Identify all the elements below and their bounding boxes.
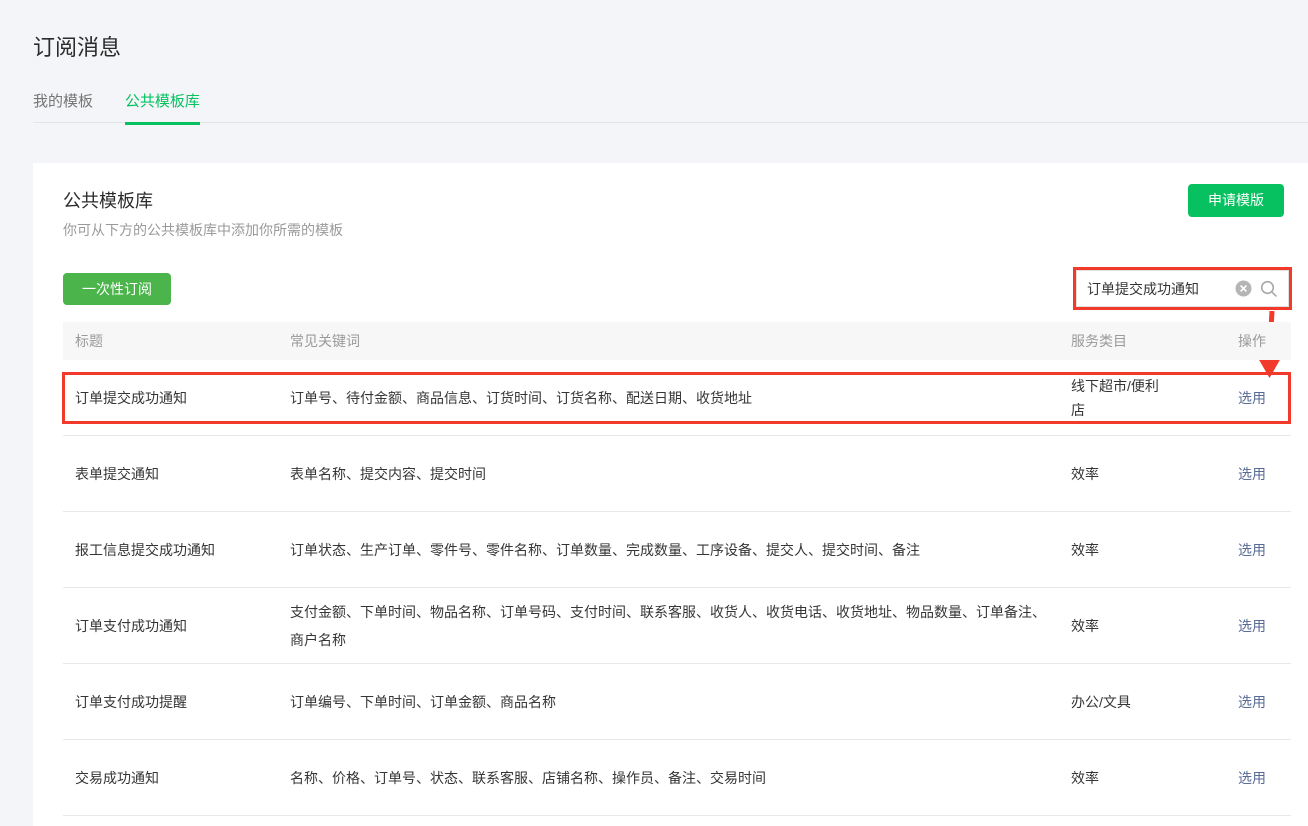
circle-x-icon[interactable] [1235,280,1252,297]
one-time-subscribe-button[interactable]: 一次性订阅 [63,273,171,305]
category-text: 效率 [1071,618,1099,635]
template-title: 表单提交通知 [75,465,159,482]
template-title: 交易成功通知 [75,769,159,786]
category-text: 效率 [1071,466,1099,483]
use-template-link[interactable]: 选用 [1238,390,1266,406]
tab-public-template-library[interactable]: 公共模板库 [124,90,200,125]
template-title: 订单支付成功通知 [75,617,187,634]
table-row: 表单提交通知 表单名称、提交内容、提交时间 效率 选用 [63,436,1291,512]
template-category: 线下超市/便利店 [1071,374,1238,422]
template-category: 效率 [1071,613,1238,638]
panel-subtitle: 你可从下方的公共模板库中添加你所需的模板 [63,222,343,238]
tab-my-templates[interactable]: 我的模板 [33,90,93,124]
category-text: 效率 [1071,542,1099,559]
keywords-text: 订单号、待付金额、商品信息、订货时间、订货名称、配送日期、收货地址 [290,390,752,407]
page-title: 订阅消息 [33,35,122,60]
template-keywords: 名称、价格、订单号、状态、联系客服、店铺名称、操作员、备注、交易时间 [290,763,1071,792]
keywords-text: 表单名称、提交内容、提交时间 [290,466,486,483]
header-title: 标题 [75,333,103,349]
template-title: 报工信息提交成功通知 [75,541,215,558]
use-template-link[interactable]: 选用 [1238,618,1266,634]
category-text: 效率 [1071,770,1099,787]
template-keywords: 订单号、待付金额、商品信息、订货时间、订货名称、配送日期、收货地址 [290,383,1071,412]
template-keywords: 订单状态、生产订单、零件号、零件名称、订单数量、完成数量、工序设备、提交人、提交… [290,535,1071,564]
header-category: 服务类目 [1071,333,1127,349]
category-text: 线下超市/便利店 [1071,377,1159,418]
keywords-text: 名称、价格、订单号、状态、联系客服、店铺名称、操作员、备注、交易时间 [290,770,766,787]
table-row: 订单提交成功通知 订单号、待付金额、商品信息、订货时间、订货名称、配送日期、收货… [62,360,1291,436]
use-template-link[interactable]: 选用 [1238,466,1266,482]
table-row: 订单支付成功通知 支付金额、下单时间、物品名称、订单号码、支付时间、联系客服、收… [63,588,1291,664]
use-template-link[interactable]: 选用 [1238,770,1266,786]
template-category: 效率 [1071,537,1238,562]
template-table: 标题 常见关键词 服务类目 操作 订单提交成功通知 订单号、待付金额、商品信息、… [62,322,1291,826]
template-category: 办公/文具 [1071,689,1238,714]
apply-template-button[interactable]: 申请模版 [1188,184,1284,217]
search-box [1076,270,1289,307]
category-text: 办公/文具 [1071,694,1131,711]
template-keywords: 表单名称、提交内容、提交时间 [290,459,1071,488]
tab-bar: 我的模板 公共模板库 [33,90,1308,125]
table-row: 订单支付成功提醒 订单编号、下单时间、订单金额、商品名称 办公/文具 选用 [63,664,1291,740]
template-keywords: 订单编号、下单时间、订单金额、商品名称 [290,687,1071,716]
header-keywords: 常见关键词 [290,333,360,349]
keywords-text: 订单编号、下单时间、订单金额、商品名称 [290,694,556,711]
search-box-annotation-frame [1073,267,1292,310]
template-keywords: 支付金额、下单时间、物品名称、订单号码、支付时间、联系客服、收货人、收货电话、收… [290,598,1071,654]
table-header-row: 标题 常见关键词 服务类目 操作 [63,322,1291,360]
template-title: 订单支付成功提醒 [75,693,187,710]
panel-title: 公共模板库 [63,191,153,211]
keywords-text: 订单状态、生产订单、零件号、零件名称、订单数量、完成数量、工序设备、提交人、提交… [290,542,920,559]
header-action: 操作 [1238,333,1266,349]
template-category: 效率 [1071,461,1238,486]
public-template-library-panel: 公共模板库 你可从下方的公共模板库中添加你所需的模板 申请模版 一次性订阅 订单… [33,163,1308,826]
use-template-link[interactable]: 选用 [1238,542,1266,558]
template-title: 订单提交成功通知 [75,389,187,406]
table-row: 交易成功通知 名称、价格、订单号、状态、联系客服、店铺名称、操作员、备注、交易时… [63,740,1291,816]
use-template-link[interactable]: 选用 [1238,694,1266,710]
table-row: 报工信息提交成功通知 订单状态、生产订单、零件号、零件名称、订单数量、完成数量、… [63,512,1291,588]
keywords-text: 支付金额、下单时间、物品名称、订单号码、支付时间、联系客服、收货人、收货电话、收… [290,603,1046,648]
template-category: 效率 [1071,765,1238,790]
search-input[interactable] [1087,280,1227,297]
magnifier-icon[interactable] [1260,280,1278,298]
